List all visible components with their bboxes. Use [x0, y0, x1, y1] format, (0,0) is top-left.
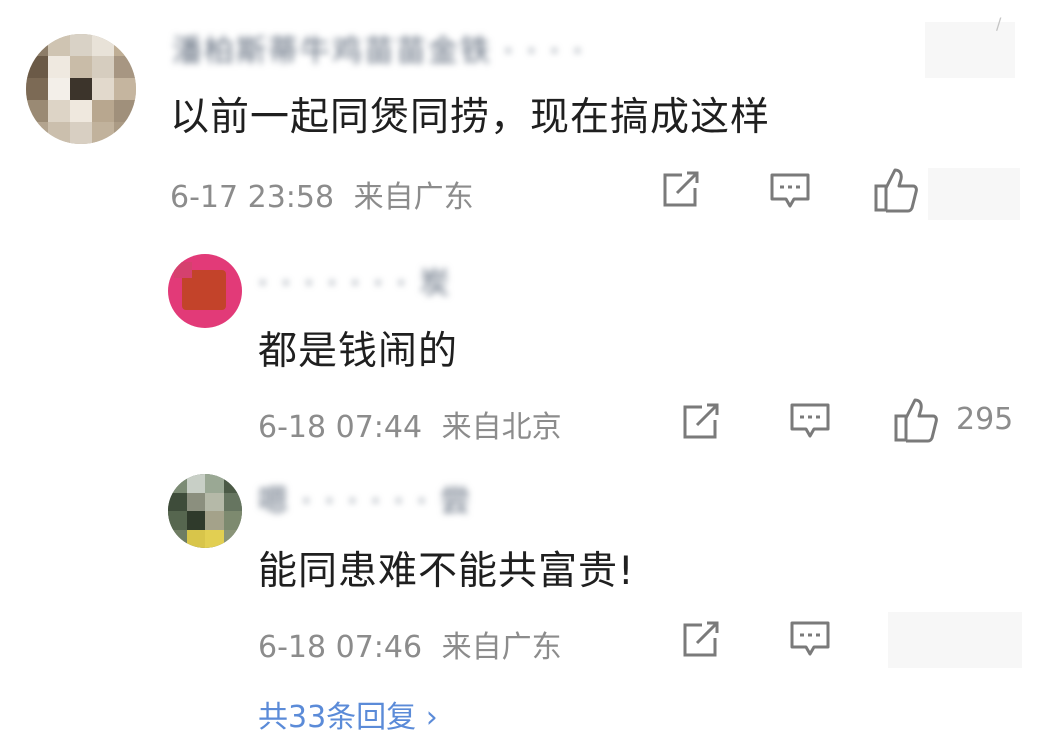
share-icon[interactable] [680, 620, 722, 660]
likes-placeholder [928, 168, 1020, 220]
reply-text: 都是钱闹的 [258, 329, 459, 374]
comment-time: 6-17 23:58 [170, 180, 335, 215]
like-icon[interactable] [892, 396, 940, 444]
like-icon[interactable] [872, 166, 920, 214]
reply-avatar[interactable] [168, 254, 242, 328]
comment-text: 以前一起同煲同捞，现在搞成这样 [170, 95, 771, 140]
reply-meta: 6-18 07:46 来自广东 [258, 622, 562, 666]
reply-location: 来自北京 [441, 410, 562, 445]
reply-time: 6-18 07:46 [258, 630, 423, 665]
comment-username[interactable]: 潘柏斯蒂牛鸡苗苗金铁 · · · · [172, 26, 584, 70]
comment-location: 来自广东 [353, 180, 474, 215]
reply-icon[interactable] [788, 618, 832, 662]
reply-username[interactable]: 嗯 · · · · · · 尝 [258, 476, 472, 520]
reply-username[interactable]: · · · · · · · 炭 [258, 258, 452, 302]
like-count: 295 [956, 402, 1014, 437]
reply-avatar[interactable] [168, 474, 242, 548]
share-icon[interactable] [660, 170, 702, 210]
reply-icon[interactable] [768, 170, 812, 214]
more-replies-link[interactable]: 共33条回复 › [258, 692, 438, 736]
reply-meta: 6-18 07:44 来自北京 [258, 402, 562, 446]
comment-meta: 6-17 23:58 来自广东 [170, 172, 474, 216]
reply-icon[interactable] [788, 400, 832, 444]
share-icon[interactable] [680, 402, 722, 442]
likes-placeholder [888, 612, 1022, 668]
reply-text: 能同患难不能共富贵! [258, 549, 635, 594]
more-icon[interactable]: / [996, 14, 1004, 34]
reply-location: 来自广东 [441, 630, 562, 665]
avatar[interactable] [26, 34, 136, 144]
reply-time: 6-18 07:44 [258, 410, 423, 445]
